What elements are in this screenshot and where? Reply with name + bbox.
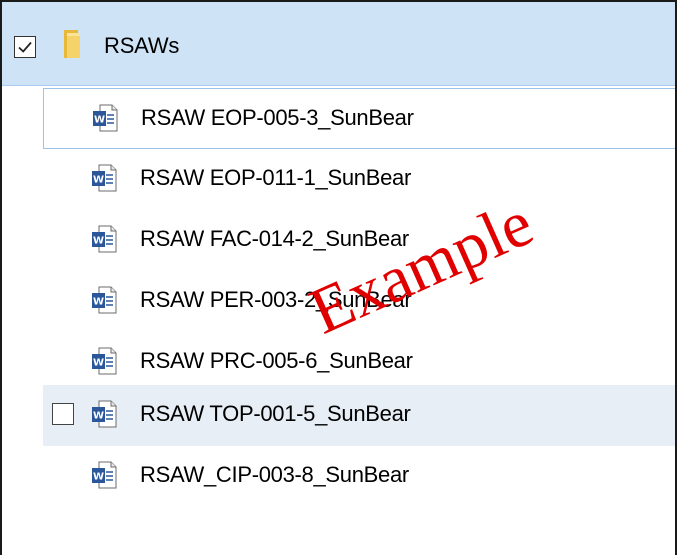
word-document-icon: W (92, 164, 117, 192)
word-document-icon: W (92, 400, 117, 428)
svg-text:W: W (93, 236, 104, 247)
file-name: RSAW PER-003-2_SunBear (140, 287, 412, 312)
svg-text:W: W (93, 358, 104, 369)
file-name: RSAW PRC-005-6_SunBear (140, 348, 413, 373)
file-row[interactable]: W RSAW EOP-005-3_SunBear (43, 88, 675, 149)
file-name: RSAW FAC-014-2_SunBear (140, 226, 409, 251)
file-row[interactable]: W RSAW EOP-011-1_SunBear (43, 149, 675, 210)
file-name: RSAW EOP-011-1_SunBear (140, 165, 411, 190)
folder-label: RSAWs (104, 33, 180, 58)
file-name: RSAW TOP-001-5_SunBear (140, 401, 411, 426)
folder-checkbox[interactable] (14, 36, 36, 58)
file-row[interactable]: W RSAW TOP-001-5_SunBear (43, 385, 675, 446)
word-document-icon: W (92, 225, 117, 253)
folder-row-rsaws[interactable]: RSAWs (2, 2, 675, 86)
file-row[interactable]: W RSAW FAC-014-2_SunBear (43, 210, 675, 271)
file-checkbox[interactable] (52, 403, 74, 425)
svg-text:W: W (93, 175, 104, 186)
file-row[interactable]: W RSAW PER-003-2_SunBear (43, 271, 675, 332)
file-name: RSAW EOP-005-3_SunBear (141, 105, 414, 130)
svg-text:W: W (93, 411, 104, 422)
word-document-icon: W (92, 286, 117, 314)
checkmark-icon (18, 41, 32, 53)
word-document-icon: W (92, 461, 117, 489)
folder-icon (64, 30, 80, 58)
file-explorer-pane: RSAWs W RSAW EOP-005-3_SunBear W RSAW EO… (0, 0, 677, 555)
file-row[interactable]: W RSAW PRC-005-6_SunBear (43, 332, 675, 393)
file-name: RSAW_CIP-003-8_SunBear (140, 462, 409, 487)
word-document-icon: W (93, 104, 118, 132)
file-row[interactable]: W RSAW_CIP-003-8_SunBear (43, 446, 675, 507)
svg-text:W: W (94, 115, 105, 126)
svg-text:W: W (93, 297, 104, 308)
svg-text:W: W (93, 472, 104, 483)
word-document-icon: W (92, 347, 117, 375)
